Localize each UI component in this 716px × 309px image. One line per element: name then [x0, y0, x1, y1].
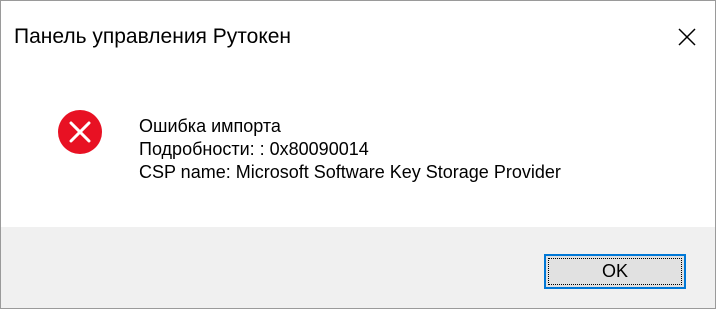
button-bar: OK	[1, 227, 715, 308]
message-line-csp: CSP name: Microsoft Software Key Storage…	[139, 162, 561, 182]
ok-button-label: OK	[601, 261, 628, 281]
dialog-content: Ошибка импорта Подробности: : 0x80090014…	[1, 79, 715, 227]
error-dialog: Панель управления Рутокен Ошибка импорта…	[0, 0, 716, 309]
close-button[interactable]	[665, 17, 709, 57]
message-text: Ошибка импорта Подробности: : 0x80090014…	[139, 115, 561, 184]
message-line-details: Подробности: : 0x80090014	[139, 139, 369, 159]
message-line-title: Ошибка импорта	[139, 116, 281, 136]
error-icon	[58, 110, 102, 154]
ok-button[interactable]: OK	[544, 254, 686, 289]
close-icon	[678, 28, 696, 46]
window-title: Панель управления Рутокен	[14, 25, 292, 48]
title-bar: Панель управления Рутокен	[1, 1, 715, 79]
